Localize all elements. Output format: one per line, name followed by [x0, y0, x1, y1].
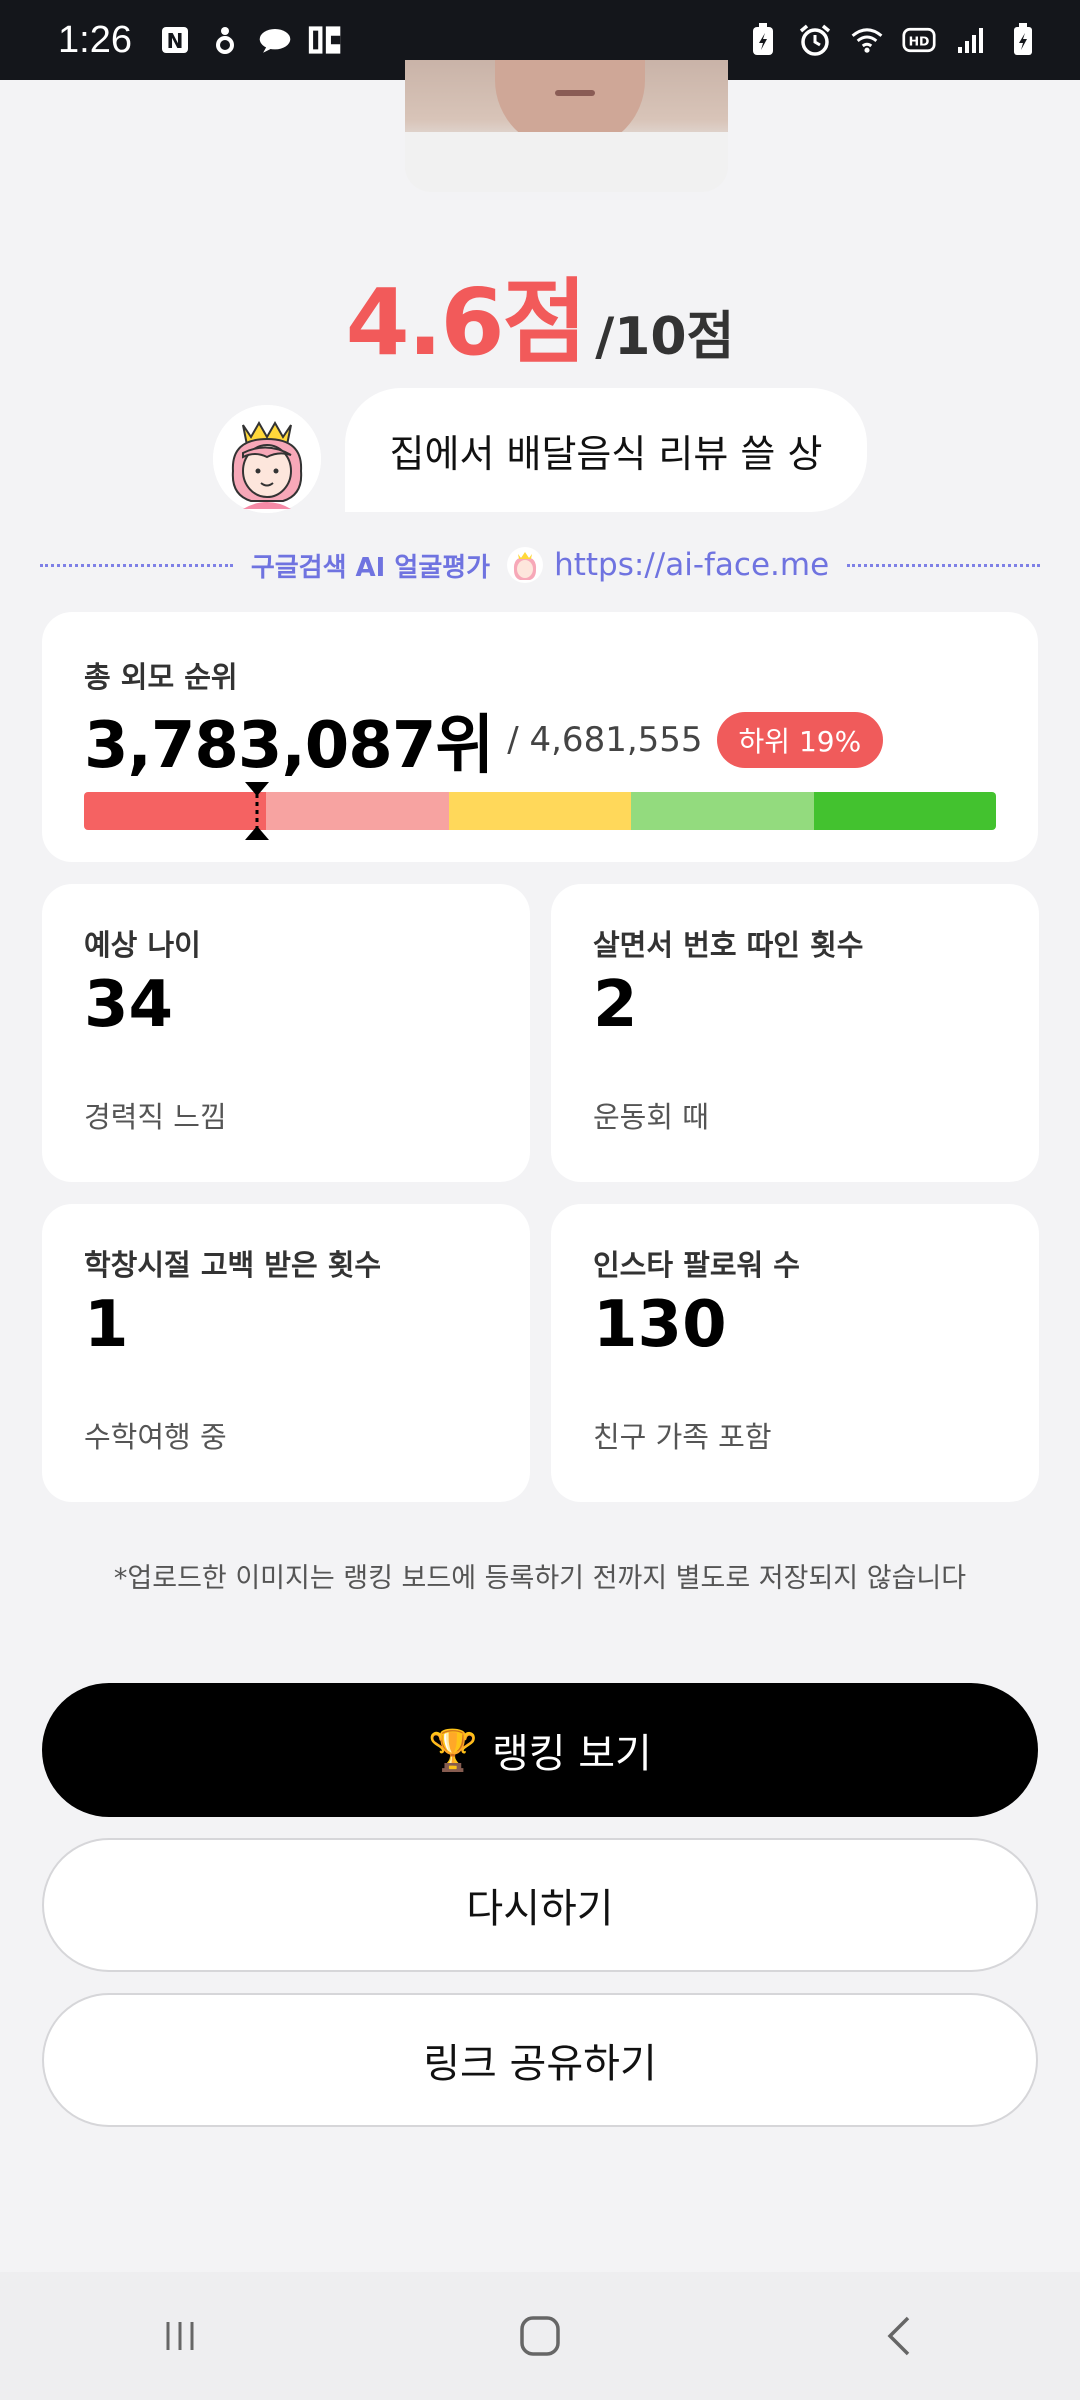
- hd-icon: HD: [902, 23, 936, 57]
- stat-value: 34: [84, 968, 174, 1042]
- rank-label: 총 외모 순위: [84, 660, 238, 694]
- rank-value: 3,783,087위: [84, 709, 494, 783]
- rank-bar-segment-4: [631, 792, 814, 830]
- back-icon[interactable]: [840, 2296, 960, 2376]
- dotted-line-left: [40, 563, 233, 567]
- system-icons: HD: [746, 23, 1040, 57]
- rank-card: 총 외모 순위 3,783,087위 / 4,681,555 하위 19%: [42, 612, 1038, 862]
- signal-icon: [954, 23, 988, 57]
- rank-bar-segment-3: [448, 792, 632, 830]
- notion-icon: N: [158, 23, 192, 57]
- retry-button-label: 다시하기: [466, 1886, 614, 1932]
- rank-row: 3,783,087위 / 4,681,555 하위 19%: [84, 694, 884, 786]
- stat-card-followers: 인스타 팔로워 수 130 친구 가족 포함: [551, 1204, 1039, 1502]
- stat-note: 수학여행 중: [84, 1420, 227, 1454]
- stat-value: 130: [593, 1288, 727, 1362]
- stat-card-confessions: 학창시절 고백 받은 횟수 1 수학여행 중: [42, 1204, 530, 1502]
- stat-note: 친구 가족 포함: [593, 1420, 772, 1454]
- rank-bar: [84, 792, 996, 830]
- privacy-disclaimer: *업로드한 이미지는 랭킹 보드에 등록하기 전까지 별도로 저장되지 않습니다: [113, 1563, 967, 1594]
- rank-bar-segment-5: [813, 792, 996, 830]
- stat-note: 운동회 때: [593, 1100, 709, 1134]
- comment-text: 집에서 배달음식 리뷰 쓸 상: [389, 431, 823, 476]
- stat-label: 살면서 번호 따인 횟수: [593, 928, 864, 962]
- stat-card-number-asked: 살면서 번호 따인 횟수 2 운동회 때: [551, 884, 1039, 1182]
- wifi-icon: [850, 23, 884, 57]
- threads-icon: [208, 23, 242, 57]
- rank-bar-segment-1: [84, 792, 267, 830]
- rank-total: / 4,681,555: [507, 720, 703, 760]
- dotted-line-right: [847, 563, 1040, 567]
- svg-text:HD: HD: [909, 33, 930, 48]
- share-link-button[interactable]: 링크 공유하기: [42, 1993, 1038, 2127]
- rank-bar-segment-2: [266, 792, 449, 830]
- battery-icon: [1006, 23, 1040, 57]
- face-photo: [405, 60, 728, 192]
- share-button-label: 링크 공유하기: [423, 2041, 657, 2087]
- alarm-icon: [798, 23, 832, 57]
- trophy-icon: 🏆: [428, 1727, 478, 1774]
- rank-marker-icon: [242, 780, 272, 842]
- stat-value: 1: [84, 1288, 129, 1362]
- svg-text:N: N: [167, 29, 184, 53]
- ranking-button[interactable]: 🏆 랭킹 보기: [42, 1683, 1038, 1817]
- status-time: 1:26: [58, 18, 132, 61]
- stat-label: 예상 나이: [84, 928, 201, 962]
- app-logo-icon: [308, 23, 342, 57]
- home-icon[interactable]: [480, 2296, 600, 2376]
- score-value: 4.6점: [345, 269, 588, 376]
- stat-value: 2: [593, 968, 638, 1042]
- cloud-chat-icon: [258, 23, 292, 57]
- watermark-url: https://ai-face.me: [554, 547, 830, 583]
- stat-card-age: 예상 나이 34 경력직 느낌: [42, 884, 530, 1182]
- percentile-badge: 하위 19%: [716, 712, 884, 768]
- ranking-button-label: 랭킹 보기: [491, 1731, 652, 1777]
- score-display: 4.6점/10점: [0, 248, 1080, 381]
- stat-note: 경력직 느낌: [84, 1100, 227, 1134]
- stat-label: 인스타 팔로워 수: [593, 1248, 800, 1282]
- mini-avatar-icon: [506, 546, 544, 584]
- watermark-text: 구글검색 AI 얼굴평가: [250, 552, 491, 583]
- score-total: /10점: [595, 307, 735, 367]
- princess-avatar-icon: [213, 405, 321, 513]
- comment-bubble: 집에서 배달음식 리뷰 쓸 상: [345, 388, 867, 512]
- recent-apps-icon[interactable]: [120, 2296, 240, 2376]
- retry-button[interactable]: 다시하기: [42, 1838, 1038, 1972]
- battery-saver-icon: [746, 23, 780, 57]
- site-watermark: 구글검색 AI 얼굴평가 https://ai-face.me: [40, 545, 1040, 585]
- system-nav-bar: [0, 2272, 1080, 2400]
- notification-icons: N: [158, 23, 342, 57]
- stat-label: 학창시절 고백 받은 횟수: [84, 1248, 382, 1282]
